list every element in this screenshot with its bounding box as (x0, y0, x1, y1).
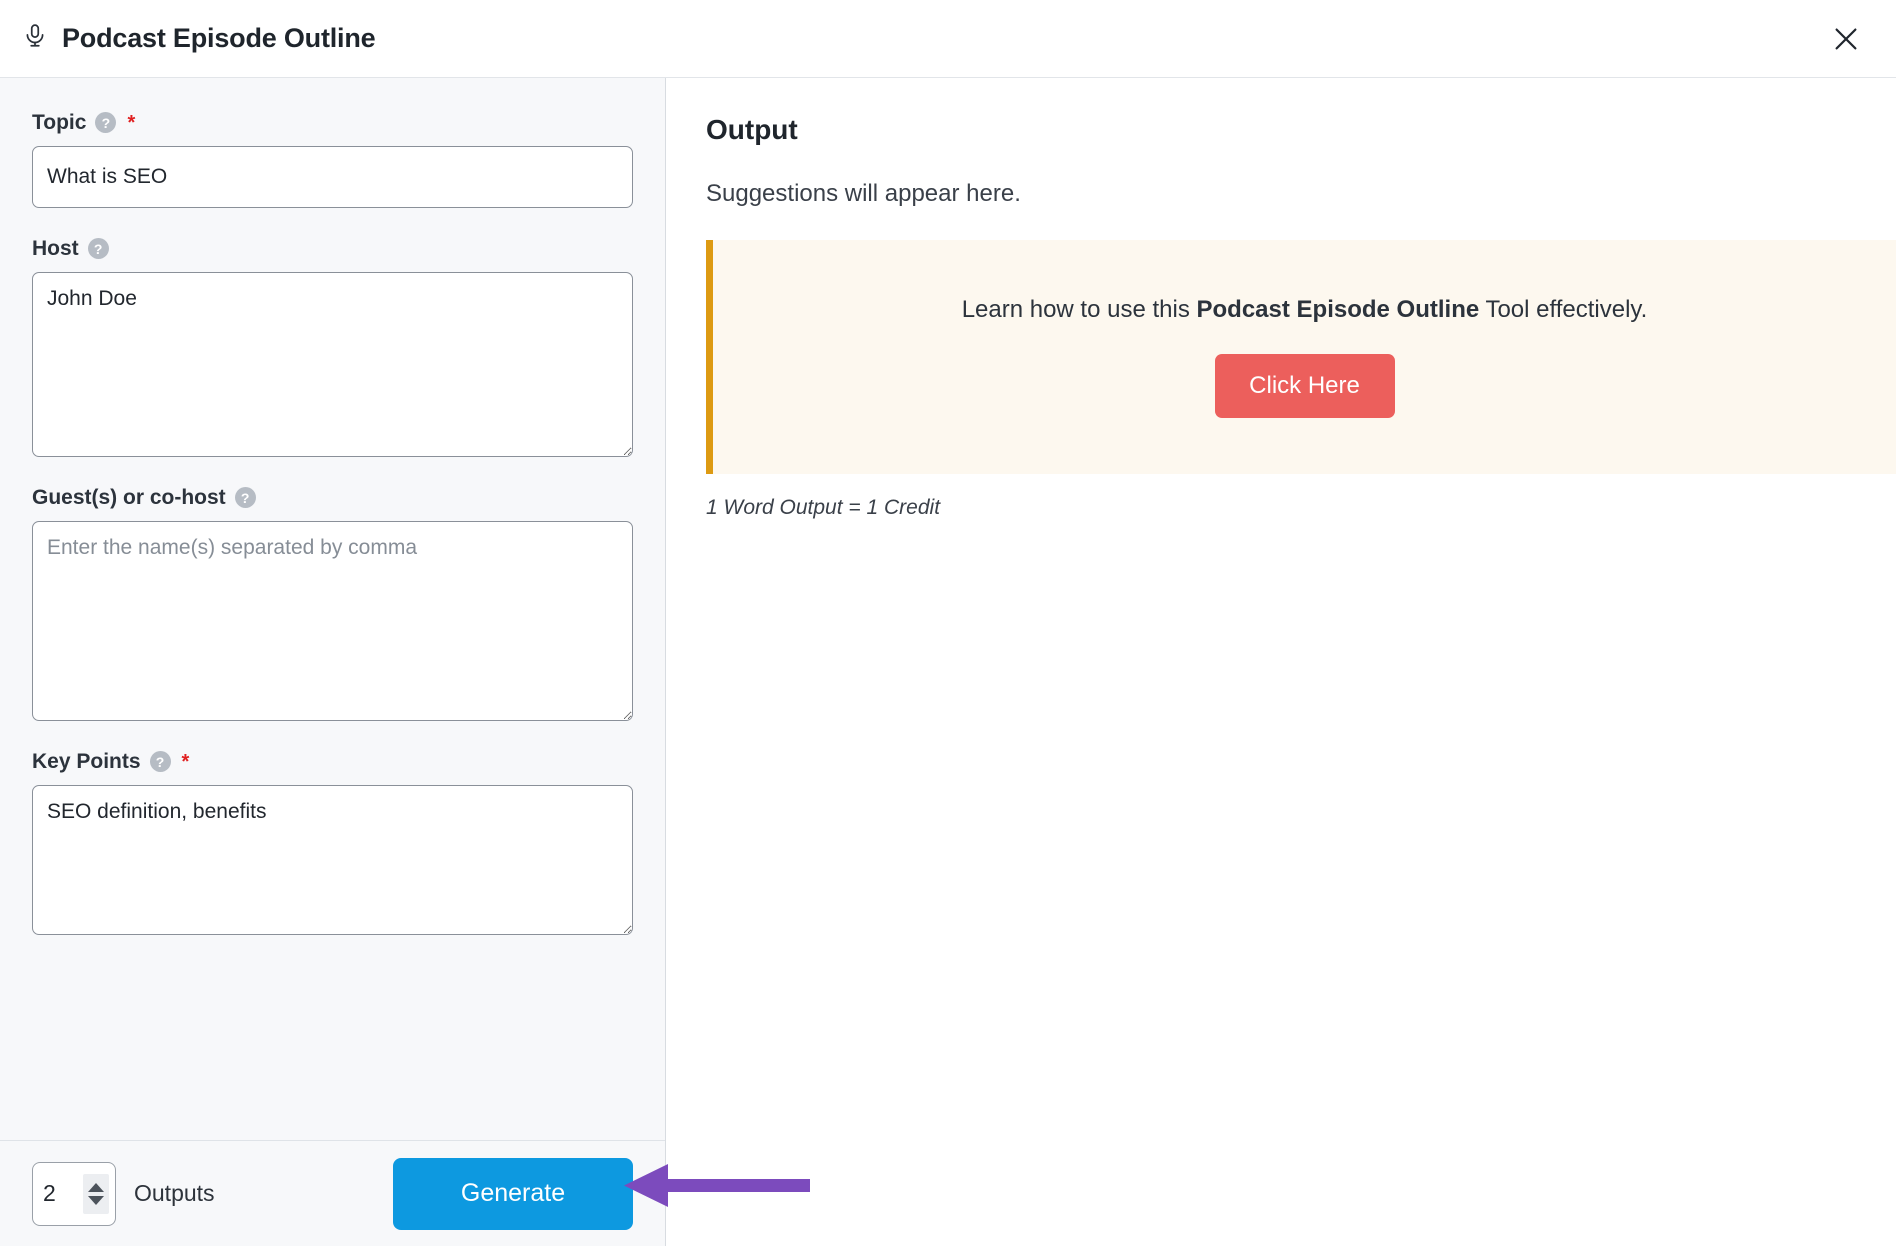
field-host-label-text: Host (32, 237, 79, 260)
microphone-icon (22, 23, 48, 55)
info-banner-tool-name: Podcast Episode Outline (1196, 296, 1480, 323)
info-banner-text-before: Learn how to use this (961, 296, 1197, 323)
help-icon[interactable]: ? (87, 238, 109, 259)
field-topic-label-text: Topic (32, 111, 87, 134)
required-asterisk: * (181, 750, 190, 773)
outputs-stepper[interactable]: 2 (32, 1161, 116, 1226)
required-asterisk: * (127, 111, 136, 134)
click-here-button[interactable]: Click Here (1214, 354, 1395, 419)
guests-textarea[interactable] (32, 521, 633, 721)
field-guests-label: Guest(s) or co-host ? (32, 487, 633, 508)
form-fields-scroll-area[interactable]: Topic ? * Host ? G (0, 78, 665, 1140)
info-banner-text-after: Tool effectively. (1479, 296, 1648, 323)
outputs-count-value: 2 (43, 1180, 56, 1206)
field-topic: Topic ? * (32, 112, 633, 208)
field-topic-label: Topic ? * (32, 112, 633, 133)
key-points-textarea[interactable] (32, 785, 633, 935)
field-guests-label-text: Guest(s) or co-host (32, 486, 226, 509)
help-icon[interactable]: ? (234, 487, 256, 508)
output-placeholder-text: Suggestions will appear here. (706, 180, 1021, 207)
output-title: Output (706, 114, 798, 145)
host-textarea[interactable] (32, 272, 633, 457)
chevron-up-icon[interactable] (88, 1182, 104, 1192)
form-panel: Topic ? * Host ? G (0, 78, 666, 1246)
output-panel: Output Suggestions will appear here. Lea… (666, 78, 1896, 1246)
modal-body: Topic ? * Host ? G (0, 78, 1896, 1246)
header-title-group: Podcast Episode Outline (22, 23, 376, 55)
podcast-episode-outline-modal: Podcast Episode Outline Topic ? * What i… (0, 0, 1896, 1246)
info-banner: Learn how to use this Podcast Episode Ou… (706, 240, 1896, 475)
help-icon[interactable]: ? (95, 112, 117, 133)
info-banner-text: Learn how to use this Podcast Episode Ou… (733, 294, 1876, 326)
field-key-points: Key Points ? * (32, 751, 633, 935)
form-footer: 2 Outputs Generate (0, 1140, 665, 1246)
generate-button[interactable]: Generate (393, 1157, 633, 1230)
stepper-spinner[interactable] (83, 1173, 109, 1214)
field-guests: Guest(s) or co-host ? (32, 487, 633, 721)
page-title: Podcast Episode Outline (62, 23, 376, 53)
field-host: Host ? (32, 238, 633, 457)
field-key-points-label: Key Points ? * (32, 751, 633, 772)
chevron-down-icon[interactable] (88, 1195, 104, 1205)
modal-header: Podcast Episode Outline (0, 0, 1896, 78)
field-key-points-label-text: Key Points (32, 750, 141, 773)
credit-note: 1 Word Output = 1 Credit (706, 496, 941, 520)
help-icon[interactable]: ? (149, 751, 171, 772)
close-icon[interactable] (1824, 17, 1868, 61)
topic-input[interactable] (32, 146, 633, 208)
field-host-label: Host ? (32, 238, 633, 259)
outputs-label: Outputs (134, 1180, 215, 1206)
